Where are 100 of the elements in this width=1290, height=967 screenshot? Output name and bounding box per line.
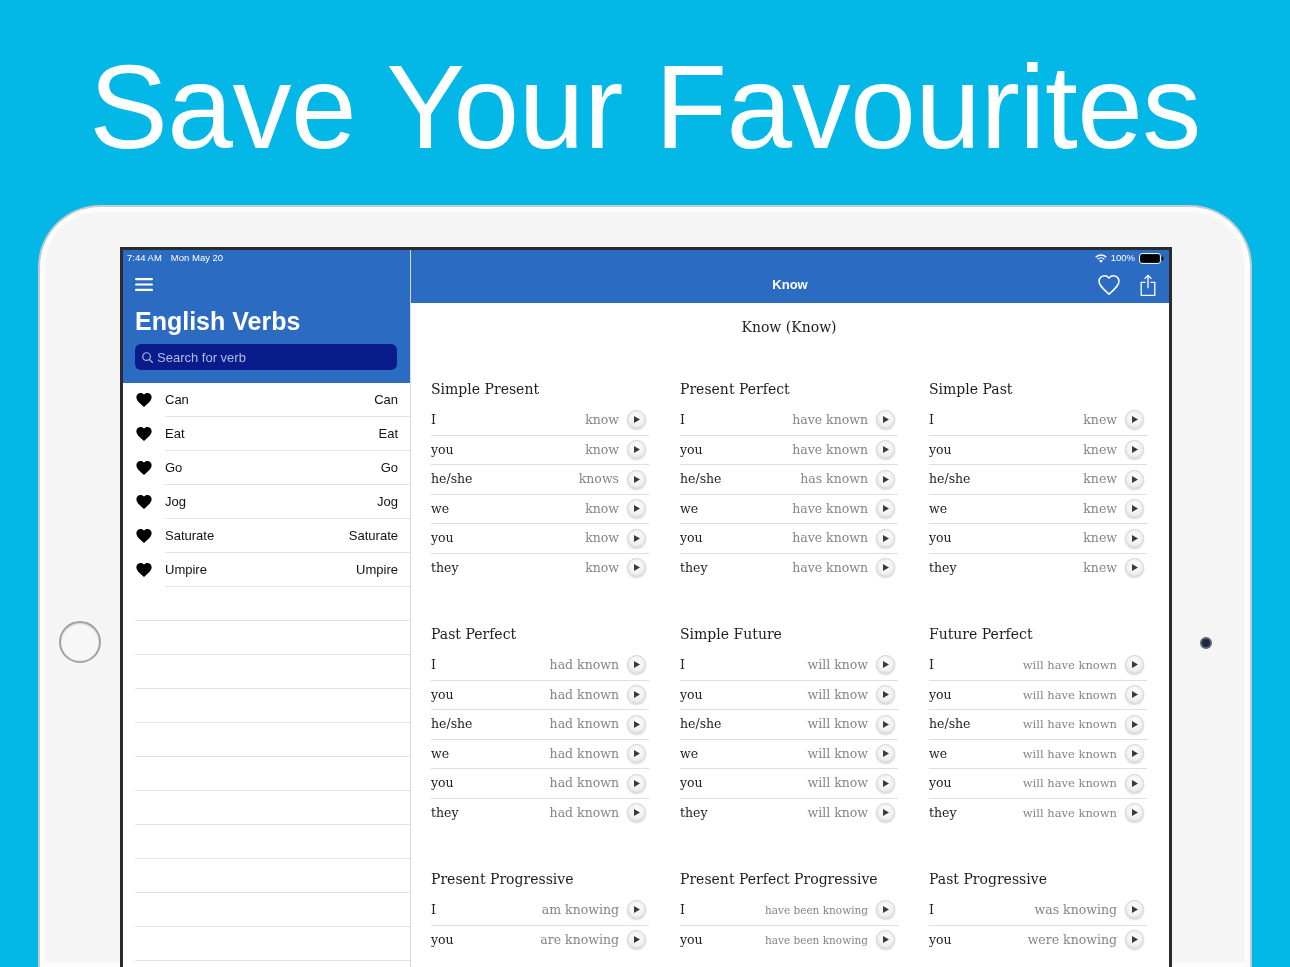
verb-name[interactable]: Can <box>165 391 189 408</box>
verb-form: were knowing <box>1027 931 1117 948</box>
verb-form: know <box>585 500 619 517</box>
play-button[interactable] <box>1125 440 1144 460</box>
play-button[interactable] <box>627 773 646 793</box>
tense-title: Present Perfect Progressive <box>680 870 878 889</box>
play-button[interactable] <box>1125 714 1144 734</box>
tense-title: Present Perfect <box>680 380 790 399</box>
play-button[interactable] <box>1125 469 1144 489</box>
tense-title: Simple Present <box>431 380 540 399</box>
play-button[interactable] <box>1125 803 1144 823</box>
play-button[interactable] <box>1125 930 1144 950</box>
play-button[interactable] <box>876 528 895 548</box>
verb-name[interactable]: Umpire <box>165 561 207 578</box>
verb-form: had known <box>549 804 619 821</box>
filled-heart-icon[interactable] <box>136 427 152 441</box>
filled-heart-icon[interactable] <box>136 461 152 475</box>
play-button[interactable] <box>876 655 895 675</box>
play-button[interactable] <box>1125 655 1144 675</box>
play-button[interactable] <box>1125 773 1144 793</box>
play-button[interactable] <box>876 900 895 920</box>
verb-form: had known <box>549 716 619 733</box>
play-icon <box>1132 416 1138 424</box>
heart-outline-icon[interactable] <box>1098 274 1120 295</box>
verb-form: knows <box>578 471 619 488</box>
pronoun: he/she <box>929 716 971 733</box>
filled-heart-icon[interactable] <box>136 495 152 509</box>
share-icon[interactable] <box>1140 273 1156 296</box>
verb-name[interactable]: Saturate <box>165 527 215 544</box>
play-button[interactable] <box>627 410 646 430</box>
play-button[interactable] <box>627 528 646 548</box>
pronoun: I <box>929 411 934 428</box>
play-button[interactable] <box>1125 410 1144 430</box>
play-button[interactable] <box>627 803 646 823</box>
verb-form: knew <box>1083 441 1117 458</box>
play-button[interactable] <box>1125 499 1144 519</box>
search-icon <box>142 351 153 363</box>
play-button[interactable] <box>876 410 895 430</box>
filled-heart-icon[interactable] <box>136 563 152 577</box>
camera-icon <box>1200 637 1212 649</box>
play-icon <box>883 906 889 914</box>
verb-form: have known <box>792 500 868 517</box>
play-icon <box>634 661 640 669</box>
menu-icon[interactable] <box>135 278 153 291</box>
play-button[interactable] <box>876 773 895 793</box>
verb-form: will have known <box>1022 804 1117 821</box>
play-icon <box>634 936 640 944</box>
play-button[interactable] <box>876 930 895 950</box>
verb-form: had known <box>549 656 619 673</box>
play-button[interactable] <box>1125 685 1144 705</box>
verb-form: will know <box>807 656 868 673</box>
play-icon <box>883 750 889 758</box>
play-button[interactable] <box>627 744 646 764</box>
play-button[interactable] <box>627 440 646 460</box>
pronoun: I <box>680 656 685 673</box>
verb-name[interactable]: Eat <box>165 425 185 442</box>
play-button[interactable] <box>627 685 646 705</box>
filled-heart-icon[interactable] <box>136 393 152 407</box>
verb-name[interactable]: Go <box>165 459 183 476</box>
pronoun: we <box>680 500 699 517</box>
verb-form: have known <box>792 411 868 428</box>
verb-form: will have known <box>1022 656 1117 673</box>
play-button[interactable] <box>627 714 646 734</box>
play-button[interactable] <box>876 685 895 705</box>
play-button[interactable] <box>876 714 895 734</box>
play-icon <box>883 475 889 483</box>
play-icon <box>1132 779 1138 787</box>
filled-heart-icon[interactable] <box>136 529 152 543</box>
play-button[interactable] <box>627 655 646 675</box>
play-button[interactable] <box>876 803 895 823</box>
play-button[interactable] <box>1125 558 1144 578</box>
pronoun: you <box>929 775 952 792</box>
play-icon <box>1132 691 1138 699</box>
verb-form: had known <box>549 745 619 762</box>
play-button[interactable] <box>876 499 895 519</box>
play-button[interactable] <box>627 930 646 950</box>
play-button[interactable] <box>1125 528 1144 548</box>
play-button[interactable] <box>627 499 646 519</box>
pronoun: you <box>431 931 454 948</box>
play-button[interactable] <box>627 558 646 578</box>
pronoun: he/she <box>680 716 722 733</box>
verb-form: had known <box>549 775 619 792</box>
pronoun: you <box>431 775 454 792</box>
verb-form: has known <box>800 471 868 488</box>
play-icon <box>1132 809 1138 817</box>
play-icon <box>634 475 640 483</box>
play-button[interactable] <box>627 469 646 489</box>
search-field[interactable]: Search for verb <box>135 344 397 370</box>
play-icon <box>883 809 889 817</box>
play-button[interactable] <box>876 558 895 578</box>
pronoun: you <box>929 686 952 703</box>
play-button[interactable] <box>876 744 895 764</box>
play-button[interactable] <box>627 900 646 920</box>
play-button[interactable] <box>1125 900 1144 920</box>
play-icon <box>883 564 889 572</box>
verb-name[interactable]: Jog <box>165 493 186 510</box>
play-button[interactable] <box>1125 744 1144 764</box>
play-button[interactable] <box>876 440 895 460</box>
status-time: 7:44 AM <box>127 252 162 264</box>
play-button[interactable] <box>876 469 895 489</box>
